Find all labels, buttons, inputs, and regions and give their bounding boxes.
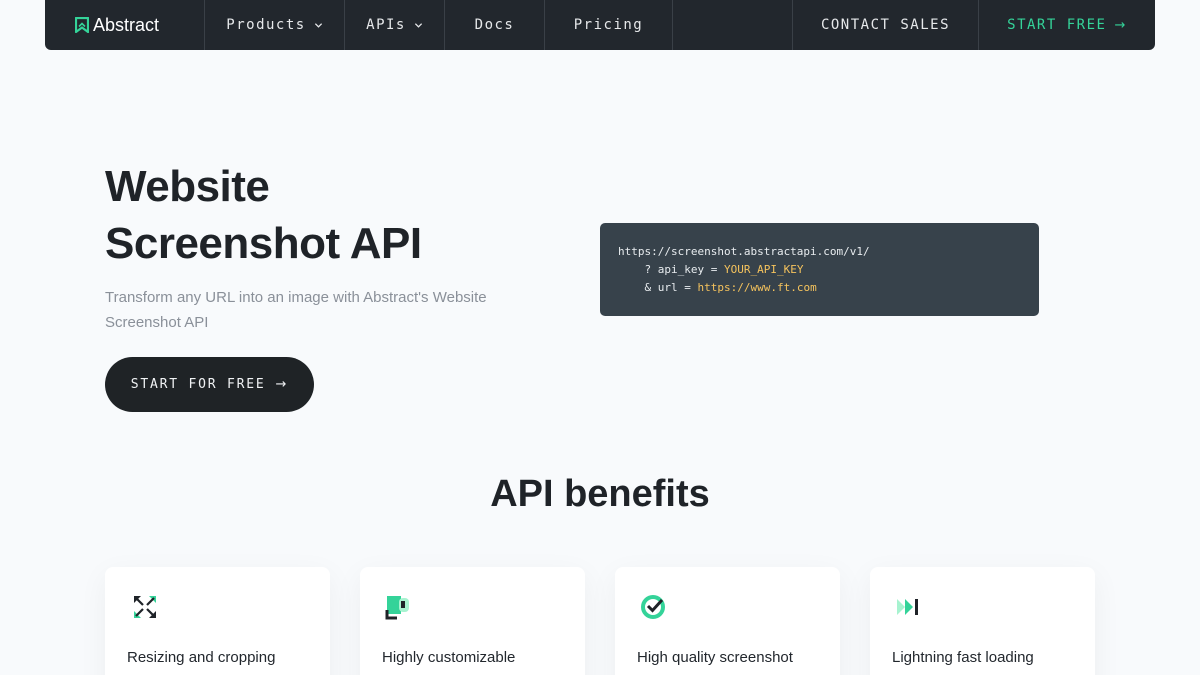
contact-sales-label: CONTACT SALES bbox=[820, 17, 951, 33]
quality-check-icon bbox=[641, 595, 665, 619]
hero-subtitle: Transform any URL into an image with Abs… bbox=[105, 289, 487, 331]
nav-spacer bbox=[673, 0, 793, 50]
code-param-api-key: ? api_key = YOUR_API_KEY bbox=[618, 261, 1021, 279]
code-param1-value: YOUR_API_KEY bbox=[723, 263, 804, 276]
nav-products-label: Products bbox=[226, 17, 306, 33]
nav-apis-dropdown[interactable]: APIs bbox=[345, 0, 445, 50]
hero-title-line2: Screenshot API bbox=[105, 219, 422, 268]
start-for-free-button[interactable]: START FOR FREE → bbox=[105, 357, 314, 412]
benefit-card-fast-loading: Lightning fast loading bbox=[870, 567, 1095, 675]
nav-pricing-label: Pricing bbox=[573, 17, 644, 33]
nav-start-free-button[interactable]: START FREE → bbox=[979, 0, 1155, 50]
benefit-card-customizable: Highly customizable bbox=[360, 567, 585, 675]
benefit-label: High quality screenshot bbox=[637, 649, 793, 666]
chevron-down-icon bbox=[414, 22, 422, 28]
code-param1-prefix: ? api_key = bbox=[618, 263, 724, 276]
benefit-label: Highly customizable bbox=[382, 649, 516, 666]
nav-products-dropdown[interactable]: Products bbox=[205, 0, 345, 50]
benefit-card-resizing: Resizing and cropping bbox=[105, 567, 330, 675]
fast-forward-icon bbox=[897, 599, 918, 615]
benefit-label: Lightning fast loading bbox=[892, 649, 1034, 666]
brand-logo-link[interactable]: Abstract bbox=[45, 0, 205, 50]
benefit-card-quality: High quality screenshot bbox=[615, 567, 840, 675]
code-param2-value: https://www.ft.com bbox=[697, 281, 817, 294]
customize-icon bbox=[385, 596, 409, 620]
code-endpoint: https://screenshot.abstractapi.com/v1/ bbox=[618, 245, 870, 258]
start-for-free-label: START FOR FREE bbox=[130, 377, 266, 392]
nav-docs-label: Docs bbox=[474, 17, 515, 33]
hero-title: Website Screenshot API bbox=[105, 158, 545, 272]
code-sample-block: https://screenshot.abstractapi.com/v1/ ?… bbox=[600, 223, 1039, 316]
code-param2-prefix: & url = bbox=[618, 281, 698, 294]
arrow-right-icon: → bbox=[1114, 17, 1127, 33]
brand-name: Abstract bbox=[93, 14, 160, 35]
contact-sales-button[interactable]: CONTACT SALES bbox=[793, 0, 979, 50]
nav-docs-link[interactable]: Docs bbox=[445, 0, 545, 50]
code-param-url: & url = https://www.ft.com bbox=[618, 279, 1021, 297]
top-navbar: Abstract Products APIs Docs Pricing CONT… bbox=[45, 0, 1155, 50]
chevron-down-icon bbox=[314, 22, 322, 28]
arrow-right-icon: → bbox=[275, 377, 289, 392]
hero-title-line1: Website bbox=[105, 162, 270, 211]
start-free-label: START FREE bbox=[1007, 17, 1107, 33]
abstract-logo-icon bbox=[75, 17, 89, 33]
benefits-heading: API benefits bbox=[490, 473, 710, 515]
resize-icon bbox=[134, 596, 156, 618]
nav-apis-label: APIs bbox=[366, 17, 406, 33]
benefit-label: Resizing and cropping bbox=[127, 649, 276, 666]
nav-pricing-link[interactable]: Pricing bbox=[545, 0, 673, 50]
